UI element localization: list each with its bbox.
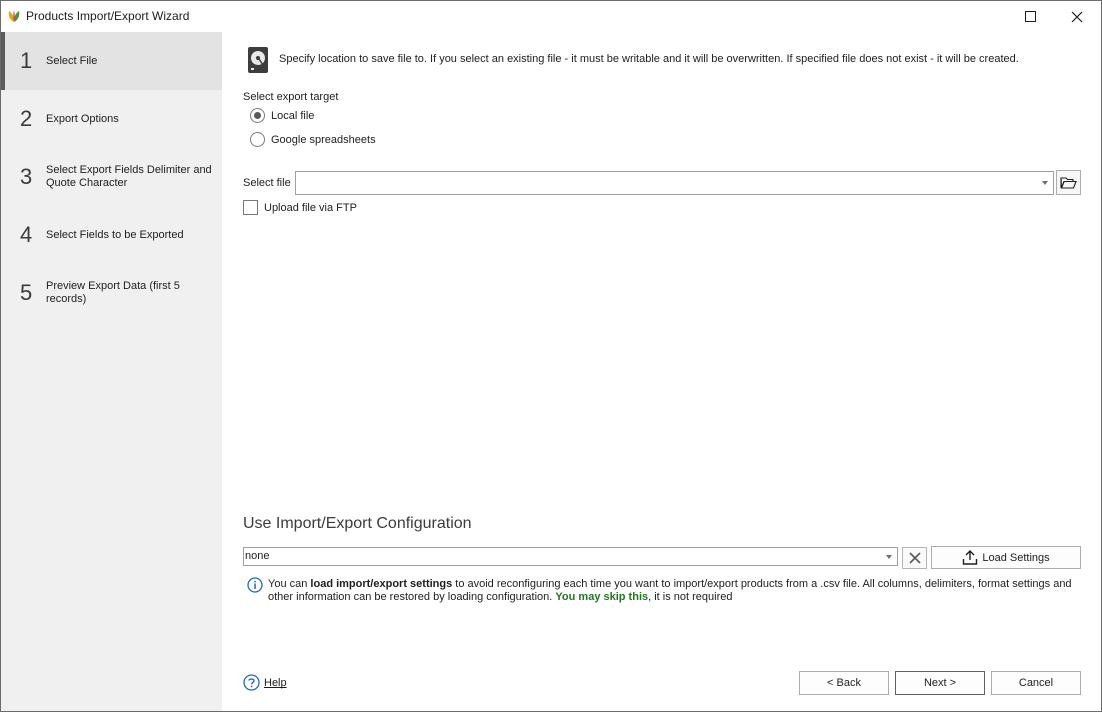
config-info-text: You can load import/export settings to a…: [268, 578, 1080, 604]
chevron-down-icon[interactable]: [1042, 181, 1048, 185]
select-file-label: Select file: [243, 177, 291, 189]
info-text-part: , it is not required: [648, 591, 733, 603]
chevron-down-icon[interactable]: [886, 555, 892, 559]
help-link[interactable]: Help: [264, 677, 287, 689]
info-skip-text: You may skip this: [555, 591, 649, 603]
step-number: 5: [20, 280, 33, 305]
wizard-steps-sidebar: 1 Select File 2 Export Options 3 Select …: [1, 32, 222, 711]
clear-config-button[interactable]: [902, 547, 927, 569]
step-number: 2: [20, 106, 33, 131]
maximize-icon: [1024, 11, 1036, 22]
close-button[interactable]: [1054, 1, 1100, 32]
step-export-options[interactable]: 2 Export Options: [1, 90, 222, 148]
ftp-checkbox[interactable]: [243, 200, 258, 215]
config-combo[interactable]: none: [243, 547, 898, 566]
load-settings-button[interactable]: Load Settings: [931, 546, 1081, 569]
config-section-title: Use Import/Export Configuration: [243, 515, 472, 532]
window-title: Products Import/Export Wizard: [26, 9, 190, 23]
radio-google-spreadsheets[interactable]: [250, 132, 265, 147]
step-select-fields[interactable]: 4 Select Fields to be Exported: [1, 206, 222, 264]
help-icon[interactable]: [243, 674, 260, 691]
step-label: Select Fields to be Exported: [46, 228, 184, 241]
info-icon: [247, 577, 263, 593]
folder-open-icon: [1060, 176, 1077, 189]
title-bar: Products Import/Export Wizard: [1, 1, 1101, 32]
wizard-content: Specify location to save file to. If you…: [222, 32, 1101, 711]
step-label: Export Options: [46, 112, 119, 125]
step-label: Select File: [46, 54, 98, 67]
load-settings-label: Load Settings: [982, 551, 1050, 564]
info-text-bold: load import/export settings: [310, 578, 453, 590]
step-number: 1: [20, 48, 33, 73]
close-icon: [908, 552, 921, 564]
radio-google-spreadsheets-label[interactable]: Google spreadsheets: [271, 134, 376, 146]
upload-icon: [963, 550, 978, 565]
step-preview[interactable]: 5 Preview Export Data (first 5 records): [1, 264, 222, 322]
config-value: none: [245, 550, 270, 562]
next-button[interactable]: Next >: [895, 671, 985, 695]
maximize-button[interactable]: [1007, 1, 1053, 32]
step-label: Preview Export Data (first 5 records): [46, 280, 180, 305]
app-logo-icon: [8, 10, 20, 22]
step-number: 4: [20, 222, 33, 247]
export-target-label: Select export target: [243, 91, 339, 103]
select-file-combo[interactable]: [295, 171, 1054, 195]
back-button[interactable]: < Back: [799, 671, 889, 695]
description-text: Specify location to save file to. If you…: [279, 53, 1019, 65]
info-text-part: You can: [268, 578, 311, 590]
step-select-file[interactable]: 1 Select File: [1, 32, 222, 90]
ftp-label[interactable]: Upload file via FTP: [264, 202, 357, 214]
wizard-window: Products Import/Export Wizard 1 Select F…: [0, 0, 1102, 712]
hard-disk-icon: [248, 47, 268, 73]
close-icon: [1071, 11, 1083, 22]
step-label: Select Export Fields Delimiter and Quote…: [46, 164, 212, 189]
step-number: 3: [20, 164, 33, 189]
step-delimiter[interactable]: 3 Select Export Fields Delimiter and Quo…: [1, 148, 222, 206]
cancel-button[interactable]: Cancel: [991, 671, 1081, 695]
browse-folder-button[interactable]: [1056, 170, 1081, 195]
radio-local-file-label[interactable]: Local file: [271, 110, 314, 122]
radio-local-file[interactable]: [250, 108, 265, 123]
